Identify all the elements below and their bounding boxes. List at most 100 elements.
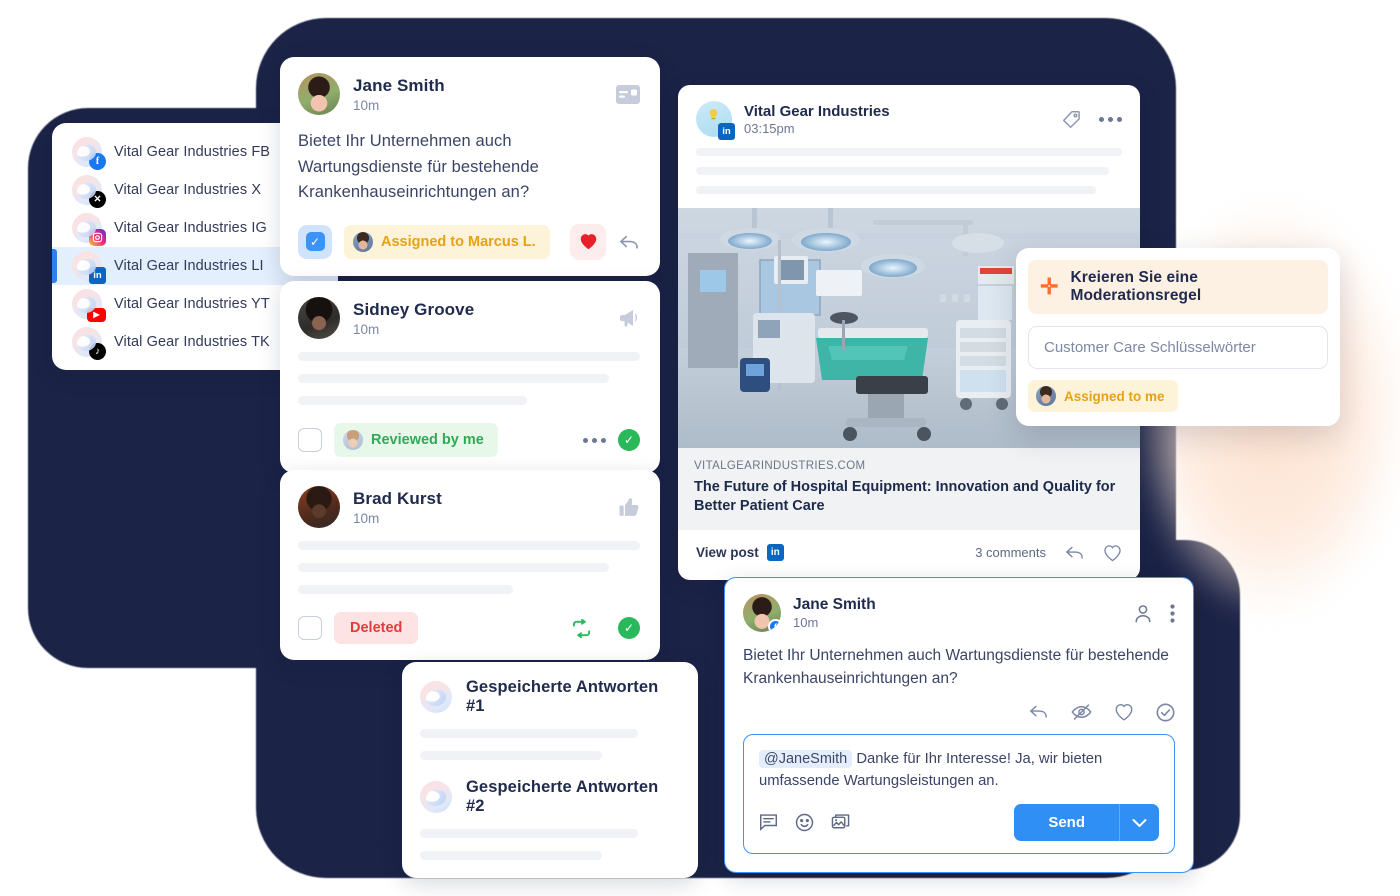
message-body: Bietet Ihr Unternehmen auch Wartungsdien… — [298, 132, 539, 202]
select-checkbox[interactable] — [298, 428, 322, 452]
skeleton-line — [298, 563, 610, 572]
more-icon[interactable] — [1099, 116, 1122, 122]
reply-icon[interactable] — [1028, 703, 1049, 722]
message-footer: ✓ Assigned to Marcus L. — [298, 223, 640, 260]
skeleton-line — [298, 541, 640, 550]
check-circle-icon[interactable] — [1156, 703, 1175, 722]
message-time: 10m — [353, 321, 380, 337]
heart-icon[interactable] — [1103, 544, 1122, 562]
skeleton-line — [298, 374, 610, 383]
sidebar-item-label: Vital Gear Industries YT — [114, 296, 270, 312]
avatar — [298, 73, 340, 115]
hide-icon[interactable] — [1071, 703, 1092, 722]
saved-reply-icon[interactable] — [759, 813, 778, 832]
message-time: 10m — [353, 510, 380, 526]
post-link-title: The Future of Hospital Equipment: Innova… — [694, 479, 1116, 514]
send-button[interactable]: Send — [1014, 804, 1119, 841]
message-footer: Reviewed by me ✓ — [298, 423, 640, 457]
avatar: ✕ — [72, 175, 106, 208]
lightbulb-icon — [709, 109, 718, 120]
select-checkbox[interactable] — [298, 616, 322, 640]
saved-reply-item[interactable]: Gespeicherte Antworten #1 — [420, 678, 680, 716]
tiktok-icon: ♪ — [89, 343, 106, 360]
status-badge-assigned[interactable]: Assigned to Marcus L. — [344, 224, 550, 259]
post-header-actions — [1062, 110, 1122, 129]
kebab-menu-icon[interactable] — [1170, 603, 1175, 623]
plus-icon[interactable]: ✛ — [1040, 276, 1058, 298]
composer-header: f Jane Smith 10m — [743, 594, 1175, 632]
moderation-rule-title: Kreieren Sie eine Moderationsregel — [1070, 269, 1202, 304]
post-link-domain: VITALGEARINDUSTRIES.COM — [694, 460, 866, 472]
composer-author: Jane Smith — [793, 596, 876, 613]
message-time: 10m — [353, 97, 380, 113]
skeleton-line — [696, 186, 1097, 194]
emoji-icon[interactable] — [795, 813, 814, 832]
assigned-to-me-badge[interactable]: Assigned to me — [1028, 380, 1178, 412]
post-link-preview[interactable]: VITALGEARINDUSTRIES.COM The Future of Ho… — [678, 448, 1140, 530]
post-text-skeleton — [678, 148, 1140, 194]
heart-icon[interactable] — [570, 223, 606, 260]
composer-header-actions — [1134, 603, 1175, 623]
message-card-sidney: Sidney Groove 10m Reviewed by me ✓ — [280, 281, 660, 473]
status-badge-reviewed[interactable]: Reviewed by me — [334, 423, 498, 457]
reply-icon[interactable] — [1064, 544, 1085, 561]
skeleton-line — [696, 167, 1110, 175]
avatar — [1036, 386, 1056, 406]
mention-chip: @JaneSmith — [759, 749, 853, 768]
sidebar-item-label: Vital Gear Industries X — [114, 182, 262, 198]
check-circle-icon[interactable]: ✓ — [618, 429, 640, 451]
more-icon[interactable] — [583, 437, 606, 443]
skeleton-line — [420, 729, 639, 738]
x-icon: ✕ — [89, 191, 106, 208]
screenshot-stage: f Vital Gear Industries FB ✕ Vital Gear … — [0, 0, 1400, 896]
facebook-icon: f — [89, 153, 106, 170]
thumbs-up-icon — [618, 497, 640, 518]
avatar — [298, 486, 340, 528]
saved-reply-title: Gespeicherte Antworten #2 — [466, 778, 659, 815]
linkedin-icon: in — [89, 267, 106, 284]
keywords-input[interactable]: Customer Care Schlüsselwörter — [1028, 326, 1328, 369]
skeleton-line — [696, 148, 1122, 156]
select-checkbox[interactable]: ✓ — [298, 224, 332, 259]
megaphone-icon — [616, 308, 640, 328]
chevron-down-icon[interactable] — [1119, 804, 1159, 842]
reply-text: @JaneSmith Danke für Ihr Interesse! Ja, … — [759, 748, 1159, 793]
avatar — [343, 430, 363, 450]
saved-reply-item[interactable]: Gespeicherte Antworten #2 — [420, 778, 680, 816]
skeleton-line — [420, 829, 639, 838]
heart-icon[interactable] — [1114, 703, 1134, 722]
skeleton-line — [298, 585, 514, 594]
image-icon[interactable] — [831, 813, 850, 832]
facebook-icon: f — [768, 619, 781, 632]
check-circle-icon[interactable]: ✓ — [618, 617, 640, 639]
reply-icon[interactable] — [618, 233, 640, 251]
youtube-icon: ▶ — [87, 308, 106, 322]
composer-message-body: Bietet Ihr Unternehmen auch Wartungsdien… — [743, 647, 1169, 688]
saved-replies-card: Gespeicherte Antworten #1 Gespeicherte A… — [402, 662, 698, 878]
sidebar-item-label: Vital Gear Industries LI — [114, 258, 264, 274]
message-author: Brad Kurst — [353, 488, 442, 508]
repost-icon[interactable] — [571, 618, 592, 638]
moderation-rule-popup: ✛ Kreieren Sie eine Moderationsregel Cus… — [1016, 248, 1340, 426]
avatar — [298, 297, 340, 339]
skeleton-line — [420, 851, 602, 860]
message-header: Sidney Groove 10m — [298, 297, 640, 339]
message-author: Sidney Groove — [353, 299, 475, 319]
composer-message-actions — [743, 703, 1175, 722]
person-icon[interactable] — [1134, 604, 1152, 623]
send-button-group: Send — [1014, 804, 1159, 842]
saved-reply-title: Gespeicherte Antworten #1 — [466, 678, 659, 715]
message-author: Jane Smith — [353, 75, 445, 95]
skeleton-line — [298, 352, 640, 361]
reply-composer-card: f Jane Smith 10m Bietet Ihr Unternehmen … — [724, 577, 1194, 874]
avatar: in — [696, 101, 735, 140]
tag-icon[interactable] — [1062, 110, 1081, 129]
sidebar-item-label: Vital Gear Industries FB — [114, 144, 271, 160]
avatar — [72, 213, 106, 246]
avatar — [420, 681, 452, 713]
comments-count[interactable]: 3 comments — [975, 545, 1046, 560]
avatar — [353, 231, 373, 252]
reply-input-box[interactable]: @JaneSmith Danke für Ihr Interesse! Ja, … — [743, 733, 1175, 855]
view-post-link[interactable]: View post — [696, 545, 759, 560]
